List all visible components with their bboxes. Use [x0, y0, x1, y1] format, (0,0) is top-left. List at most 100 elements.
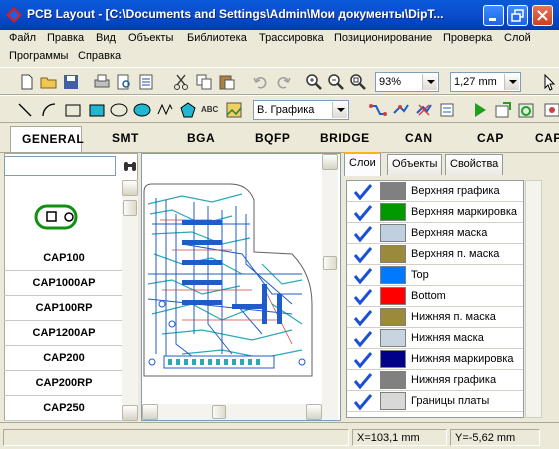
pcb-board[interactable] [142, 154, 341, 421]
text-icon[interactable]: ABC [201, 105, 219, 123]
export-icon[interactable] [494, 101, 512, 119]
layer-row[interactable]: Нижняя п. маска [347, 307, 523, 328]
paste-icon[interactable] [218, 73, 236, 91]
tab-layers[interactable]: Слои [344, 152, 381, 176]
print-preview-icon[interactable] [115, 73, 133, 91]
unroute-icon[interactable] [415, 101, 433, 119]
tab-can[interactable]: CAN [405, 131, 433, 145]
list-item[interactable]: CAP100 [4, 246, 124, 271]
chevron-down-icon[interactable] [504, 74, 519, 90]
layers-scrollbar[interactable] [525, 180, 542, 418]
tab-smt[interactable]: SMT [112, 131, 139, 145]
checkmark-icon[interactable] [350, 351, 376, 369]
layer-color-swatch[interactable] [380, 266, 406, 284]
minimize-button[interactable] [483, 5, 504, 26]
layer-row[interactable]: Нижняя графика [347, 370, 523, 391]
layer-color-swatch[interactable] [380, 287, 406, 305]
grid-select[interactable]: 1,27 mm [450, 72, 521, 92]
library-search-input[interactable] [4, 156, 116, 176]
tab-cap[interactable]: CAP [477, 131, 504, 145]
menu-objects[interactable]: Объекты [128, 32, 173, 44]
binoculars-icon[interactable] [122, 158, 138, 174]
layer-row[interactable]: Нижняя маркировка [347, 349, 523, 370]
scroll-thumb[interactable] [212, 405, 226, 419]
menu-edit[interactable]: Правка [47, 32, 84, 44]
layer-row[interactable]: Верхняя графика [347, 181, 523, 202]
open-icon[interactable] [40, 73, 58, 91]
run-icon[interactable] [471, 101, 489, 119]
layer-color-swatch[interactable] [380, 203, 406, 221]
checkmark-icon[interactable] [350, 309, 376, 327]
checkmark-icon[interactable] [350, 225, 376, 243]
zoom-in-icon[interactable] [305, 73, 323, 91]
redo-icon[interactable] [274, 73, 292, 91]
scroll-right-button[interactable] [306, 404, 322, 420]
route-icon[interactable] [369, 101, 387, 119]
menu-check[interactable]: Проверка [443, 32, 492, 44]
ellipse-icon[interactable] [110, 101, 128, 119]
report-icon[interactable] [137, 73, 155, 91]
checkmark-icon[interactable] [350, 204, 376, 222]
menu-positioning[interactable]: Позиционирование [334, 32, 432, 44]
chevron-down-icon[interactable] [332, 102, 347, 118]
layer-select[interactable]: В. Графика [253, 100, 349, 120]
layer-color-swatch[interactable] [380, 182, 406, 200]
scroll-thumb[interactable] [323, 256, 337, 270]
list-item[interactable]: CAP100RP [4, 296, 124, 321]
menu-file[interactable]: Файл [9, 32, 36, 44]
checkmark-icon[interactable] [350, 372, 376, 390]
checkmark-icon[interactable] [350, 393, 376, 411]
list-item[interactable]: CAP250 [4, 396, 124, 421]
canvas-hscrollbar[interactable] [142, 404, 338, 420]
tab-bga[interactable]: BGA [187, 131, 215, 145]
menu-view[interactable]: Вид [96, 32, 116, 44]
tab-general[interactable]: GENERAL [10, 126, 84, 152]
save-icon[interactable] [62, 73, 80, 91]
close-button[interactable] [532, 5, 553, 26]
tab-bqfp[interactable]: BQFP [255, 131, 290, 145]
layer-color-swatch[interactable] [380, 392, 406, 410]
chevron-down-icon[interactable] [422, 74, 437, 90]
menu-library[interactable]: Библиотека [187, 32, 247, 44]
scroll-up-button[interactable] [322, 154, 338, 170]
scroll-down-button[interactable] [122, 405, 138, 421]
layer-color-swatch[interactable] [380, 224, 406, 242]
pcb-canvas[interactable] [141, 153, 341, 421]
library-scrollbar[interactable] [122, 180, 138, 421]
tab-objects[interactable]: Объекты [387, 154, 443, 175]
cut-icon[interactable] [172, 73, 190, 91]
tab-cap-2[interactable]: CAP [535, 131, 559, 145]
checkmark-icon[interactable] [350, 330, 376, 348]
filled-ellipse-icon[interactable] [133, 101, 151, 119]
list-item[interactable]: CAP200RP [4, 371, 124, 396]
copy-icon[interactable] [195, 73, 213, 91]
layer-row[interactable]: Верхняя п. маска [347, 244, 523, 265]
layer-color-swatch[interactable] [380, 371, 406, 389]
print-icon[interactable] [93, 73, 111, 91]
zoom-select[interactable]: 93% [375, 72, 439, 92]
new-icon[interactable] [18, 73, 36, 91]
menu-programs[interactable]: Программы [9, 50, 68, 62]
select-pointer-icon[interactable] [541, 73, 559, 91]
list-item[interactable]: CAP1200AP [4, 321, 124, 346]
layer-row[interactable]: Верхняя маркировка [347, 202, 523, 223]
layer-row[interactable]: Bottom [347, 286, 523, 307]
checkmark-icon[interactable] [350, 267, 376, 285]
checkmark-icon[interactable] [350, 183, 376, 201]
polyline-icon[interactable] [156, 101, 174, 119]
zoom-out-icon[interactable] [327, 73, 345, 91]
layer-color-swatch[interactable] [380, 329, 406, 347]
layer-color-swatch[interactable] [380, 245, 406, 263]
checkmark-icon[interactable] [350, 246, 376, 264]
list-item[interactable]: CAP1000AP [4, 271, 124, 296]
menu-layer[interactable]: Слой [504, 32, 531, 44]
tab-bridge[interactable]: BRIDGE [320, 131, 370, 145]
layer-row[interactable]: Верхняя маска [347, 223, 523, 244]
checkmark-icon[interactable] [350, 288, 376, 306]
scroll-left-button[interactable] [142, 404, 158, 420]
tab-properties[interactable]: Свойства [445, 154, 504, 175]
zoom-fit-icon[interactable] [349, 73, 367, 91]
menu-routing[interactable]: Трассировка [259, 32, 324, 44]
layer-row[interactable]: Top [347, 265, 523, 286]
maximize-button[interactable] [507, 5, 528, 26]
